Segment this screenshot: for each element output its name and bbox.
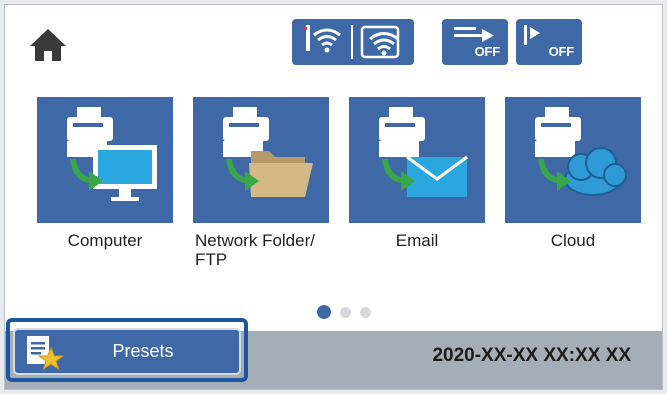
tile-cloud-label: Cloud bbox=[550, 231, 596, 250]
folder-icon bbox=[223, 107, 313, 197]
tile-email[interactable]: Email bbox=[349, 97, 485, 250]
cloud-icon bbox=[535, 107, 627, 196]
network-status[interactable] bbox=[292, 19, 414, 65]
toggle-status[interactable]: OFF OFF bbox=[442, 19, 582, 65]
home-icon bbox=[30, 29, 66, 61]
network-folder-tile-box[interactable] bbox=[193, 97, 329, 223]
forward-state-label: OFF bbox=[474, 44, 501, 59]
print-speed-status-button[interactable]: OFF bbox=[516, 19, 582, 65]
tile-network-folder-label: Network Folder/ FTP bbox=[195, 231, 315, 269]
print-speed-state-label: OFF bbox=[548, 44, 575, 59]
home-button[interactable] bbox=[27, 25, 69, 65]
email-tile-box[interactable] bbox=[349, 97, 485, 223]
page-dot bbox=[340, 306, 351, 318]
computer-icon bbox=[67, 107, 157, 201]
destination-grid: Computer Network Folder/ FTP Email Cloud bbox=[37, 97, 647, 269]
tile-computer[interactable]: Computer bbox=[37, 97, 173, 250]
cloud-tile-box[interactable] bbox=[505, 97, 641, 223]
wifi-direct-icon bbox=[304, 25, 400, 59]
presets-button[interactable]: Presets bbox=[13, 328, 241, 375]
presets-label: Presets bbox=[112, 341, 174, 361]
page-dot bbox=[360, 306, 371, 318]
datetime-display: 2020-XX-XX XX:XX XX bbox=[432, 345, 631, 366]
computer-tile-box[interactable] bbox=[37, 97, 173, 223]
network-status-button[interactable] bbox=[292, 19, 414, 65]
page-indicator bbox=[317, 305, 371, 319]
page-dot-active bbox=[317, 305, 331, 319]
tile-email-label: Email bbox=[395, 231, 439, 250]
tile-cloud[interactable]: Cloud bbox=[505, 97, 641, 250]
forward-status-button[interactable]: OFF bbox=[442, 19, 508, 65]
presets-icon bbox=[21, 332, 65, 372]
email-icon bbox=[379, 107, 468, 197]
tile-computer-label: Computer bbox=[67, 231, 143, 250]
tile-network-folder[interactable]: Network Folder/ FTP bbox=[193, 97, 329, 269]
